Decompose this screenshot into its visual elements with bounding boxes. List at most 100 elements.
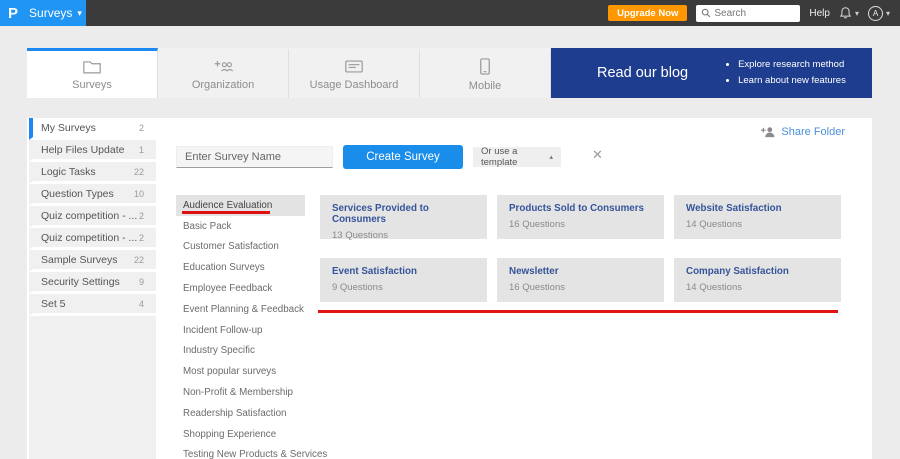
template-category[interactable]: Industry Specific bbox=[176, 341, 305, 362]
template-category-label: Non-Profit & Membership bbox=[183, 387, 293, 399]
upgrade-now-button[interactable]: Upgrade Now bbox=[608, 5, 688, 21]
product-switcher[interactable]: Surveys ▾ bbox=[29, 6, 82, 20]
template-card-title: Products Sold to Consumers bbox=[509, 203, 644, 214]
blog-banner-title: Read our blog bbox=[597, 65, 689, 81]
people-add-icon bbox=[214, 60, 234, 71]
template-category[interactable]: Audience Evaluation bbox=[176, 195, 305, 216]
folder-label: Question Types bbox=[41, 187, 114, 200]
avatar: A bbox=[867, 5, 883, 21]
template-card[interactable]: Products Sold to Consumers 16 Questions bbox=[497, 195, 664, 239]
folder-label: Help Files Update bbox=[41, 143, 125, 156]
template-category[interactable]: Non-Profit & Membership bbox=[176, 382, 305, 403]
topbar: P Surveys ▾ Upgrade Now Help ▾ A ▾ bbox=[0, 0, 900, 26]
folder-label: My Surveys bbox=[41, 121, 96, 134]
tabs: Surveys Organization Usage Dashboard Mob… bbox=[27, 48, 551, 98]
sidebar-folder-item[interactable]: Sample Surveys 22 bbox=[29, 250, 156, 272]
folder-count: 2 bbox=[138, 210, 144, 221]
sidebar-folder-item[interactable]: Quiz competition - ... 2 bbox=[29, 206, 156, 228]
template-category[interactable]: Customer Satisfaction bbox=[176, 237, 305, 258]
sidebar-folder-item[interactable]: My Surveys 2 bbox=[29, 118, 156, 140]
tab-label: Surveys bbox=[72, 78, 112, 91]
template-card[interactable]: Company Satisfaction 14 Questions bbox=[674, 258, 841, 302]
folder-label: Sample Surveys bbox=[41, 253, 118, 266]
template-category-label: Readership Satisfaction bbox=[183, 407, 287, 419]
account-menu[interactable]: A ▾ bbox=[867, 5, 890, 21]
share-folder-link[interactable]: Share Folder bbox=[760, 126, 845, 138]
template-category-label: Testing New Products & Services bbox=[183, 449, 328, 459]
template-dropdown[interactable]: Or use a template ▴ bbox=[473, 146, 561, 168]
topbar-right: Upgrade Now Help ▾ A ▾ bbox=[608, 4, 900, 22]
create-survey-button[interactable]: Create Survey bbox=[343, 145, 463, 169]
search-icon bbox=[702, 8, 711, 18]
template-category-label: Audience Evaluation bbox=[183, 199, 273, 211]
folder-count: 2 bbox=[138, 122, 144, 133]
template-card[interactable]: Newsletter 16 Questions bbox=[497, 258, 664, 302]
template-category[interactable]: Testing New Products & Services bbox=[176, 445, 327, 459]
survey-name-input[interactable] bbox=[176, 146, 333, 168]
blog-banner-bullet: Learn about new features bbox=[738, 73, 846, 89]
tab-label: Organization bbox=[191, 78, 255, 91]
close-icon[interactable]: ✕ bbox=[592, 147, 603, 163]
blog-banner-bullets: Explore research methodLearn about new f… bbox=[726, 57, 846, 89]
person-add-icon bbox=[761, 127, 775, 138]
folder-count: 2 bbox=[138, 232, 144, 243]
sidebar-folder-item[interactable]: Security Settings 9 bbox=[29, 272, 156, 294]
notifications-menu[interactable]: ▾ bbox=[839, 6, 859, 20]
chevron-down-icon: ▾ bbox=[885, 8, 890, 18]
template-card-questions: 16 Questions bbox=[509, 219, 565, 230]
search-box[interactable] bbox=[696, 4, 801, 22]
tab-mobile[interactable]: Mobile bbox=[420, 48, 551, 98]
chevron-up-icon: ▴ bbox=[549, 154, 553, 161]
blog-banner[interactable]: Read our blog Explore research methodLea… bbox=[551, 48, 872, 98]
template-card-questions: 16 Questions bbox=[509, 282, 565, 293]
template-card-title: Company Satisfaction bbox=[686, 266, 789, 277]
folder-label: Set 5 bbox=[41, 297, 66, 310]
template-card-questions: 13 Questions bbox=[332, 230, 388, 241]
template-category[interactable]: Employee Feedback bbox=[176, 278, 305, 299]
template-card-questions: 14 Questions bbox=[686, 282, 742, 293]
sidebar-folder-item[interactable]: Set 5 4 bbox=[29, 294, 156, 316]
sidebar-folder-item[interactable]: Logic Tasks 22 bbox=[29, 162, 156, 184]
template-category[interactable]: Shopping Experience bbox=[176, 424, 305, 445]
annotation-red-line bbox=[318, 310, 838, 313]
help-link[interactable]: Help bbox=[809, 8, 830, 19]
tab-label: Mobile bbox=[468, 79, 502, 92]
template-card-title: Services Provided to Consumers bbox=[332, 203, 429, 225]
template-category[interactable]: Readership Satisfaction bbox=[176, 403, 305, 424]
template-category-label: Education Surveys bbox=[183, 262, 265, 274]
template-category[interactable]: Event Planning & Feedback bbox=[176, 299, 305, 320]
mobile-icon bbox=[480, 57, 490, 75]
template-card-grid: Services Provided to Consumers 13 Questi… bbox=[320, 195, 841, 302]
sidebar-folder-item[interactable]: Question Types 10 bbox=[29, 184, 156, 206]
search-input[interactable] bbox=[714, 7, 795, 19]
tab-row: Surveys Organization Usage Dashboard Mob… bbox=[27, 48, 872, 98]
sidebar-folder-item[interactable]: Help Files Update 1 bbox=[29, 140, 156, 162]
template-card[interactable]: Event Satisfaction 9 Questions bbox=[320, 258, 487, 302]
brand: P Surveys ▾ bbox=[0, 0, 86, 26]
app-logo: P bbox=[8, 4, 19, 22]
folder-count: 4 bbox=[138, 298, 144, 309]
template-category-label: Industry Specific bbox=[183, 345, 255, 357]
tab-organization[interactable]: Organization bbox=[158, 48, 289, 98]
template-category-label: Incident Follow-up bbox=[183, 324, 263, 336]
chevron-down-icon: ▾ bbox=[77, 7, 82, 18]
chevron-down-icon: ▾ bbox=[854, 8, 859, 18]
template-category[interactable]: Education Surveys bbox=[176, 257, 305, 278]
template-card-questions: 14 Questions bbox=[686, 219, 742, 230]
template-card[interactable]: Website Satisfaction 14 Questions bbox=[674, 195, 841, 239]
sidebar-folder-item[interactable]: Quiz competition - ... 2 bbox=[29, 228, 156, 250]
template-category-label: Most popular surveys bbox=[183, 366, 277, 378]
share-folder-label: Share Folder bbox=[781, 126, 845, 138]
tab-surveys[interactable]: Surveys bbox=[27, 48, 158, 98]
template-category-label: Basic Pack bbox=[183, 220, 232, 232]
folder-icon bbox=[83, 60, 101, 73]
template-category[interactable]: Incident Follow-up bbox=[176, 320, 305, 341]
template-category[interactable]: Most popular surveys bbox=[176, 361, 305, 382]
template-card-title: Website Satisfaction bbox=[686, 203, 782, 214]
template-category[interactable]: Basic Pack bbox=[176, 216, 305, 237]
content: My Surveys 2 Help Files Update 1 Logic T… bbox=[27, 118, 872, 459]
tab-usage-dashboard[interactable]: Usage Dashboard bbox=[289, 48, 420, 98]
bell-icon bbox=[839, 7, 852, 19]
template-card[interactable]: Services Provided to Consumers 13 Questi… bbox=[320, 195, 487, 241]
folder-count: 1 bbox=[138, 144, 144, 155]
